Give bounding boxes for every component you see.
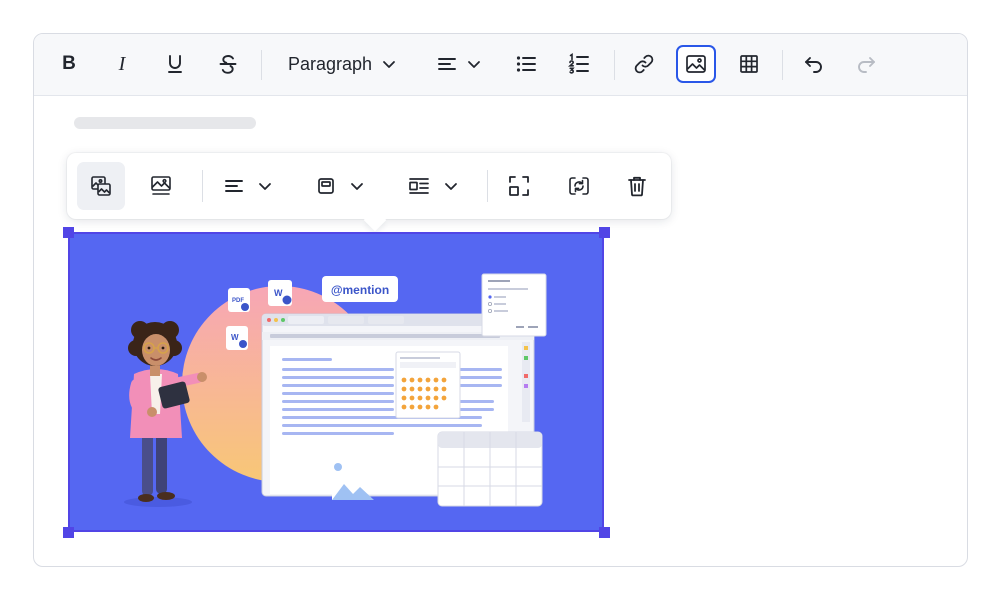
bulleted-list-button[interactable] bbox=[509, 45, 543, 83]
table-icon bbox=[740, 55, 758, 73]
link-icon bbox=[634, 54, 654, 74]
selected-image[interactable]: PDF W W @mention bbox=[68, 232, 604, 532]
text-wrap-icon bbox=[409, 178, 429, 194]
svg-text:PDF: PDF bbox=[232, 298, 244, 304]
numbered-list-button[interactable] bbox=[562, 45, 596, 83]
redo-button[interactable] bbox=[849, 45, 883, 83]
insert-link-button[interactable] bbox=[627, 45, 661, 83]
mention-chip-label: @mention bbox=[331, 283, 389, 297]
image-replace-button[interactable] bbox=[557, 162, 601, 210]
undo-icon bbox=[805, 57, 822, 73]
rich-text-editor: B I Paragraph PDF W W @mention bbox=[33, 33, 968, 567]
bold-button[interactable]: B bbox=[52, 45, 86, 83]
insert-image-button[interactable] bbox=[676, 45, 716, 83]
strikethrough-icon bbox=[219, 55, 237, 74]
image-toolbar bbox=[67, 153, 671, 219]
delete-image-button[interactable] bbox=[615, 162, 659, 210]
numbered-list-icon bbox=[568, 53, 589, 74]
image-resize-button[interactable] bbox=[497, 162, 541, 210]
bold-icon: B bbox=[62, 53, 76, 74]
undo-button[interactable] bbox=[797, 45, 831, 83]
italic-button[interactable]: I bbox=[105, 45, 139, 83]
chevron-down-icon bbox=[383, 61, 395, 68]
redo-icon bbox=[858, 57, 875, 73]
resize-handle-top-right[interactable] bbox=[599, 227, 610, 238]
toolbar-separator bbox=[614, 50, 615, 80]
svg-text:W: W bbox=[274, 288, 283, 298]
paragraph-format-dropdown[interactable]: Paragraph bbox=[276, 45, 408, 83]
svg-text:W: W bbox=[231, 333, 239, 342]
image-style-dropdown[interactable] bbox=[305, 162, 375, 210]
chevron-down-icon bbox=[351, 183, 363, 190]
align-dropdown[interactable] bbox=[430, 45, 488, 83]
toolbar-separator bbox=[261, 50, 262, 80]
chevron-down-icon bbox=[259, 183, 271, 190]
resize-handle-bottom-right[interactable] bbox=[599, 527, 610, 538]
text-placeholder-line bbox=[74, 117, 256, 129]
image-wrap-dropdown[interactable] bbox=[397, 162, 469, 210]
align-left-icon bbox=[225, 180, 243, 192]
strikethrough-button[interactable] bbox=[211, 45, 245, 83]
image-replace-icon bbox=[91, 176, 111, 196]
resize-handle-bottom-left[interactable] bbox=[63, 527, 74, 538]
align-left-icon bbox=[438, 58, 456, 70]
trash-icon bbox=[628, 176, 646, 197]
resize-icon bbox=[509, 176, 529, 196]
image-alt-text-button[interactable] bbox=[77, 162, 125, 210]
image-icon bbox=[686, 55, 706, 73]
image-align-dropdown[interactable] bbox=[213, 162, 283, 210]
underline-button[interactable] bbox=[158, 45, 192, 83]
image-caption-icon bbox=[151, 176, 171, 195]
main-toolbar: B I Paragraph bbox=[34, 34, 967, 96]
bulleted-list-icon bbox=[516, 56, 536, 72]
italic-icon: I bbox=[118, 52, 126, 75]
toolbar-separator bbox=[782, 50, 783, 80]
paragraph-format-label: Paragraph bbox=[287, 53, 373, 74]
editor-illustration: PDF W W @mention bbox=[70, 234, 602, 530]
underline-icon bbox=[168, 55, 182, 73]
image-caption-button[interactable] bbox=[137, 162, 185, 210]
resize-handle-top-left[interactable] bbox=[63, 227, 74, 238]
chevron-down-icon bbox=[445, 183, 457, 190]
image-refresh-icon bbox=[569, 177, 589, 195]
image-inline-icon bbox=[318, 178, 334, 194]
toolbar-separator bbox=[487, 170, 488, 202]
toolbar-separator bbox=[202, 170, 203, 202]
chevron-down-icon bbox=[468, 61, 480, 68]
insert-table-button[interactable] bbox=[732, 45, 766, 83]
